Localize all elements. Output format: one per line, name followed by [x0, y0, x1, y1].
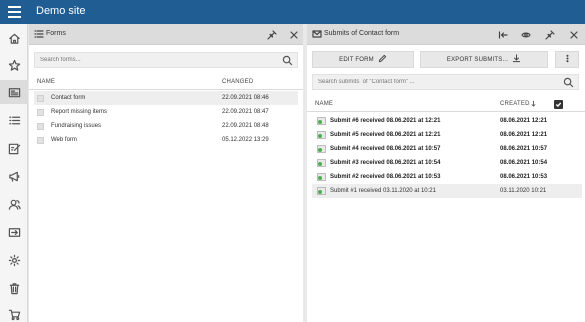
form-changed-date: 05.12.2022 13:29	[222, 137, 269, 143]
megaphone-icon[interactable]	[0, 164, 28, 188]
cart-icon[interactable]	[0, 302, 28, 322]
submits-search	[312, 74, 579, 90]
form-changed-date: 22.09.2021 08:48	[222, 123, 269, 129]
form-name: Report missing items	[51, 109, 108, 115]
list-item[interactable]: Submit #4 received 08.06.2021 at 10:57 0…	[312, 142, 582, 156]
more-options-button[interactable]	[555, 51, 579, 68]
forms-search-input[interactable]	[35, 53, 297, 67]
pin-icon[interactable]	[266, 29, 277, 40]
submit-document-icon	[317, 187, 326, 195]
close-icon[interactable]	[288, 29, 299, 40]
list-item[interactable]: Submit #2 received 08.06.2021 at 10:53 0…	[312, 170, 582, 184]
table-row[interactable]: Fundraising issues 22.09.2021 08:48	[34, 119, 298, 133]
submit-created-date: 08.06.2021 12:21	[500, 132, 548, 138]
row-checkbox[interactable]	[37, 95, 44, 102]
submit-created-date: 03.11.2020 10:21	[500, 188, 547, 194]
gear-icon[interactable]	[0, 248, 28, 272]
kebab-menu-icon	[563, 54, 572, 65]
column-header-changed[interactable]: CHANGED	[222, 79, 253, 85]
column-header-name[interactable]: NAME	[315, 101, 333, 107]
select-all-checkbox[interactable]	[554, 100, 563, 109]
submit-document-icon	[317, 159, 326, 167]
list-item[interactable]: Submit #6 received 08.06.2021 at 12:21 0…	[312, 114, 582, 128]
submit-document-icon	[317, 117, 326, 125]
form-name: Web form	[51, 137, 77, 143]
forms-panel-header: Forms	[29, 24, 303, 45]
submit-document-icon	[317, 145, 326, 153]
table-row[interactable]: Contact form 22.09.2021 08:46	[34, 91, 298, 105]
forms-icon[interactable]	[0, 80, 28, 104]
panel-title: Forms	[46, 30, 66, 37]
edit-form-button[interactable]: EDIT FORM	[312, 51, 414, 68]
column-header-name[interactable]: NAME	[37, 79, 55, 85]
top-bar: Demo site	[0, 0, 585, 24]
forms-table-header: NAME CHANGED	[29, 75, 303, 90]
submits-search-input[interactable]	[313, 75, 578, 89]
submit-document-icon	[317, 131, 326, 139]
submit-created-date: 08.06.2021 10:54	[500, 160, 548, 166]
edit-icon[interactable]	[0, 136, 28, 160]
close-icon[interactable]	[568, 29, 579, 40]
form-name: Contact form	[51, 95, 86, 101]
export-icon[interactable]	[0, 220, 28, 244]
site-title: Demo site	[36, 5, 86, 17]
forms-panel: Forms NAME CHANGED Contact form 22.09.20…	[29, 24, 303, 322]
submit-name: Submit #6 received 08.06.2021 at 12:21	[330, 118, 441, 124]
row-checkbox[interactable]	[37, 109, 44, 116]
submits-panel: Submits of Contact form EDIT FORM EXPORT…	[307, 24, 585, 322]
submit-name: Submit #5 received 08.06.2021 at 12:21	[330, 132, 441, 138]
list-item[interactable]: Submit #3 received 08.06.2021 at 10:54 0…	[312, 156, 582, 170]
submits-panel-header: Submits of Contact form	[307, 24, 585, 45]
trash-icon[interactable]	[0, 276, 28, 300]
forms-search	[34, 52, 298, 68]
list-item[interactable]: Submit #5 received 08.06.2021 at 12:21 0…	[312, 128, 582, 142]
submit-name: Submit #3 received 08.06.2021 at 10:54	[330, 160, 441, 166]
sidebar	[0, 24, 28, 322]
table-row[interactable]: Report missing items 22.09.2021 08:47	[34, 105, 298, 119]
users-icon[interactable]	[0, 192, 28, 216]
submit-document-icon	[317, 173, 326, 181]
submits-table-header: NAME CREATED	[307, 97, 585, 112]
pin-icon[interactable]	[544, 29, 555, 40]
form-changed-date: 22.09.2021 08:46	[222, 95, 269, 101]
export-submits-label: EXPORT SUBMITS...	[446, 56, 509, 63]
submit-created-date: 08.06.2021 12:21	[500, 118, 548, 124]
eye-icon[interactable]	[520, 29, 531, 40]
envelope-icon	[312, 29, 322, 41]
home-icon[interactable]	[0, 26, 28, 50]
list-icon	[34, 29, 44, 41]
export-submits-button[interactable]: EXPORT SUBMITS...	[420, 51, 548, 68]
search-icon[interactable]	[563, 77, 574, 88]
table-row[interactable]: Web form 05.12.2022 13:29	[34, 133, 298, 147]
panel-title: Submits of Contact form	[324, 30, 400, 37]
edit-form-label: EDIT FORM	[339, 56, 374, 63]
column-header-created[interactable]: CREATED	[500, 101, 530, 107]
hamburger-menu-icon[interactable]	[0, 0, 28, 24]
submit-name: Submit #2 received 08.06.2021 at 10:53	[330, 174, 441, 180]
search-icon[interactable]	[282, 55, 293, 66]
submit-created-date: 08.06.2021 10:53	[500, 174, 548, 180]
form-name: Fundraising issues	[51, 123, 102, 129]
collapse-left-icon[interactable]	[497, 29, 508, 40]
list-item[interactable]: Submit #1 received 03.11.2020 at 10:21 0…	[312, 184, 582, 198]
row-checkbox[interactable]	[37, 123, 44, 130]
submit-created-date: 08.06.2021 10:57	[500, 146, 548, 152]
pencil-icon	[378, 54, 387, 65]
list-icon[interactable]	[0, 108, 28, 132]
submit-name: Submit #4 received 08.06.2021 at 10:57	[330, 146, 441, 152]
submit-name: Submit #1 received 03.11.2020 at 10:21	[330, 188, 436, 194]
star-icon[interactable]	[0, 53, 28, 77]
row-checkbox[interactable]	[37, 137, 44, 144]
sort-descending-icon[interactable]	[530, 100, 537, 109]
form-changed-date: 22.09.2021 08:47	[222, 109, 269, 115]
download-icon	[512, 54, 521, 65]
